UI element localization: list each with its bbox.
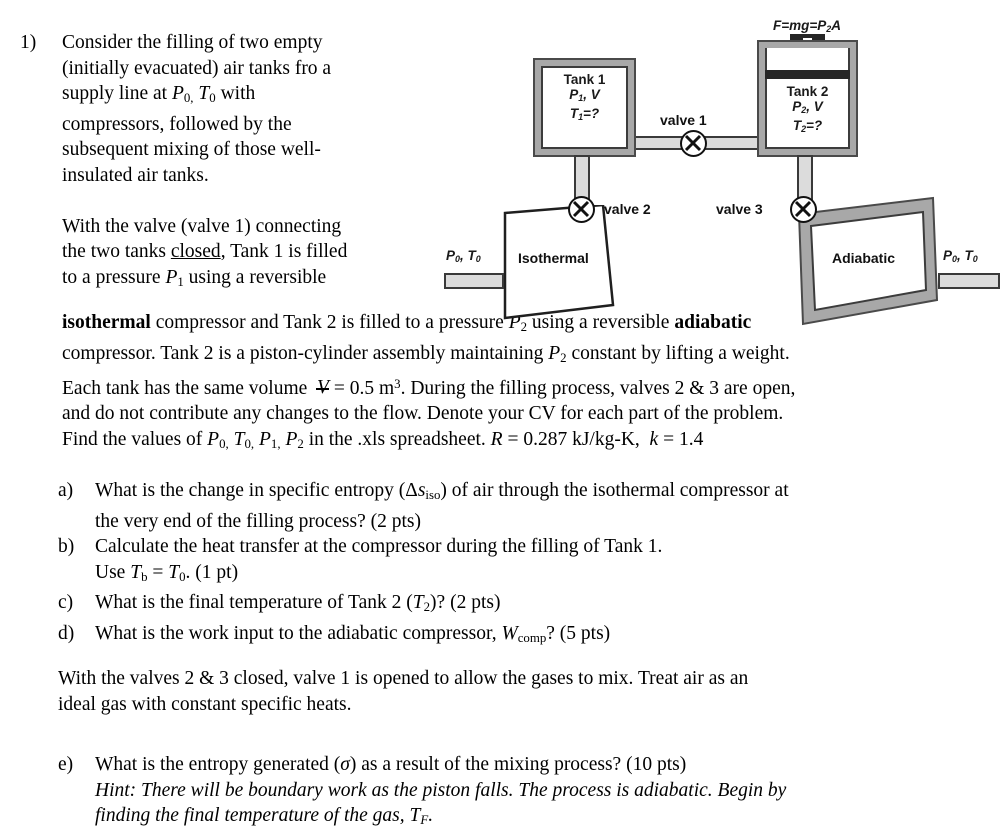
question-e-hint-line-1: Hint: There will be boundary work as the…: [95, 779, 787, 801]
mixing-paragraph: With the valves 2 & 3 closed, valve 1 is…: [58, 666, 958, 717]
question-text-e: What is the entropy generated (σ) as a r…: [95, 752, 978, 834]
question-b-line-2: Use Tb = T0. (1 pt): [95, 561, 239, 584]
question-e-hint-line-2: finding the final temperature of the gas…: [95, 805, 434, 828]
tank-2-piston: [765, 70, 850, 79]
inlet-pipe-left: [444, 273, 504, 289]
valve-3-label: valve 3: [716, 201, 763, 217]
tank-1-labels: Tank 1 P1, V T1=?: [541, 72, 628, 125]
inlet-state-label-right: P0, T0: [943, 248, 978, 265]
question-marker-b: b): [58, 536, 75, 558]
valve-3-icon[interactable]: [790, 196, 817, 223]
valve-2-label: valve 2: [604, 201, 651, 217]
tank-1-title: Tank 1: [563, 72, 606, 87]
adiabatic-compressor-label: Adiabatic: [832, 250, 896, 266]
tank-2-labels: Tank 2 P2, V T2=?: [765, 84, 850, 137]
intro-line-4: compressors, followed by the: [62, 113, 292, 135]
intro-line-7: With the valve (valve 1) connecting: [62, 215, 342, 237]
tank-1-state-1: P1, V: [569, 87, 600, 104]
intro-line-3: supply line at P0, T0 with: [62, 83, 256, 106]
question-marker-d: d): [58, 623, 75, 645]
worksheet-page: 1) Consider the filling of two empty (in…: [0, 0, 1003, 837]
question-b-line-1: Calculate the heat transfer at the compr…: [95, 536, 663, 558]
inlet-pipe-right: [938, 273, 1000, 289]
question-item-a: a) What is the change in specific entrop…: [58, 478, 978, 534]
question-a-line-2: the very end of the filling process? (2 …: [95, 510, 421, 532]
valve-2-icon[interactable]: [568, 196, 595, 223]
valve-1-label: valve 1: [660, 112, 707, 128]
intro-line-1: Consider the filling of two empty: [62, 32, 323, 53]
question-item-e: e) What is the entropy generated (σ) as …: [58, 752, 978, 834]
continuation-line-2: compressor. Tank 2 is a piston-cylinder …: [62, 342, 790, 365]
continuation-line-5: Find the values of P0, T0, P1, P2 in the…: [62, 428, 704, 451]
intro-line-9: to a pressure P1 using a reversible: [62, 266, 327, 289]
question-item-b: b) Calculate the heat transfer at the co…: [58, 534, 978, 590]
question-item-c: c) What is the final temperature of Tank…: [58, 590, 978, 621]
question-marker-e: e): [58, 754, 74, 775]
valve-1-icon[interactable]: [680, 130, 707, 157]
mixing-line-2: ideal gas with constant specific heats.: [58, 693, 352, 715]
tank-2-state-1: P2, V: [792, 99, 823, 116]
question-marker-c: c): [58, 592, 74, 614]
problem-number: 1): [20, 32, 37, 53]
tank-2-piston-space: [765, 48, 850, 72]
problem-intro-text: Consider the filling of two empty (initi…: [62, 30, 414, 295]
mixing-line-1: With the valves 2 & 3 closed, valve 1 is…: [58, 668, 749, 689]
tank-2-title: Tank 2: [786, 84, 829, 99]
intro-line-5: subsequent mixing of those well-: [62, 139, 321, 161]
system-schematic-diagram: F=mg=P2A Tank 1 P1, V T1=? Tank 2 P2, V …: [440, 18, 1003, 326]
continuation-line-3: Each tank has the same volume V = 0.5 m3…: [62, 376, 796, 399]
question-text-a: What is the change in specific entropy (…: [95, 478, 978, 534]
question-a-line-1: What is the change in specific entropy (…: [95, 480, 789, 503]
question-text-b: Calculate the heat transfer at the compr…: [95, 534, 978, 590]
isothermal-compressor-label: Isothermal: [518, 250, 589, 266]
question-text-d: What is the work input to the adiabatic …: [95, 621, 978, 652]
question-marker-a: a): [58, 480, 74, 501]
inlet-state-label-left: P0, T0: [446, 248, 481, 265]
question-e-line-1: What is the entropy generated (σ) as a r…: [95, 754, 687, 775]
problem-continuation-text: isothermal compressor and Tank 2 is fill…: [62, 310, 978, 457]
tank-2-state-2: T2=?: [792, 118, 823, 135]
intro-line-6: insulated air tanks.: [62, 164, 209, 186]
question-d-line-1: What is the work input to the adiabatic …: [95, 623, 611, 646]
question-c-line-1: What is the final temperature of Tank 2 …: [95, 592, 501, 615]
question-list: a) What is the change in specific entrop…: [58, 478, 978, 652]
continuation-line-4: and do not contribute any changes to the…: [62, 402, 784, 424]
question-item-d: d) What is the work input to the adiabat…: [58, 621, 978, 652]
question-text-c: What is the final temperature of Tank 2 …: [95, 590, 978, 621]
intro-line-2: (initially evacuated) air tanks fro a: [62, 57, 332, 79]
intro-line-8: the two tanks closed, Tank 1 is filled: [62, 241, 348, 263]
tank-1-state-2: T1=?: [569, 106, 600, 123]
